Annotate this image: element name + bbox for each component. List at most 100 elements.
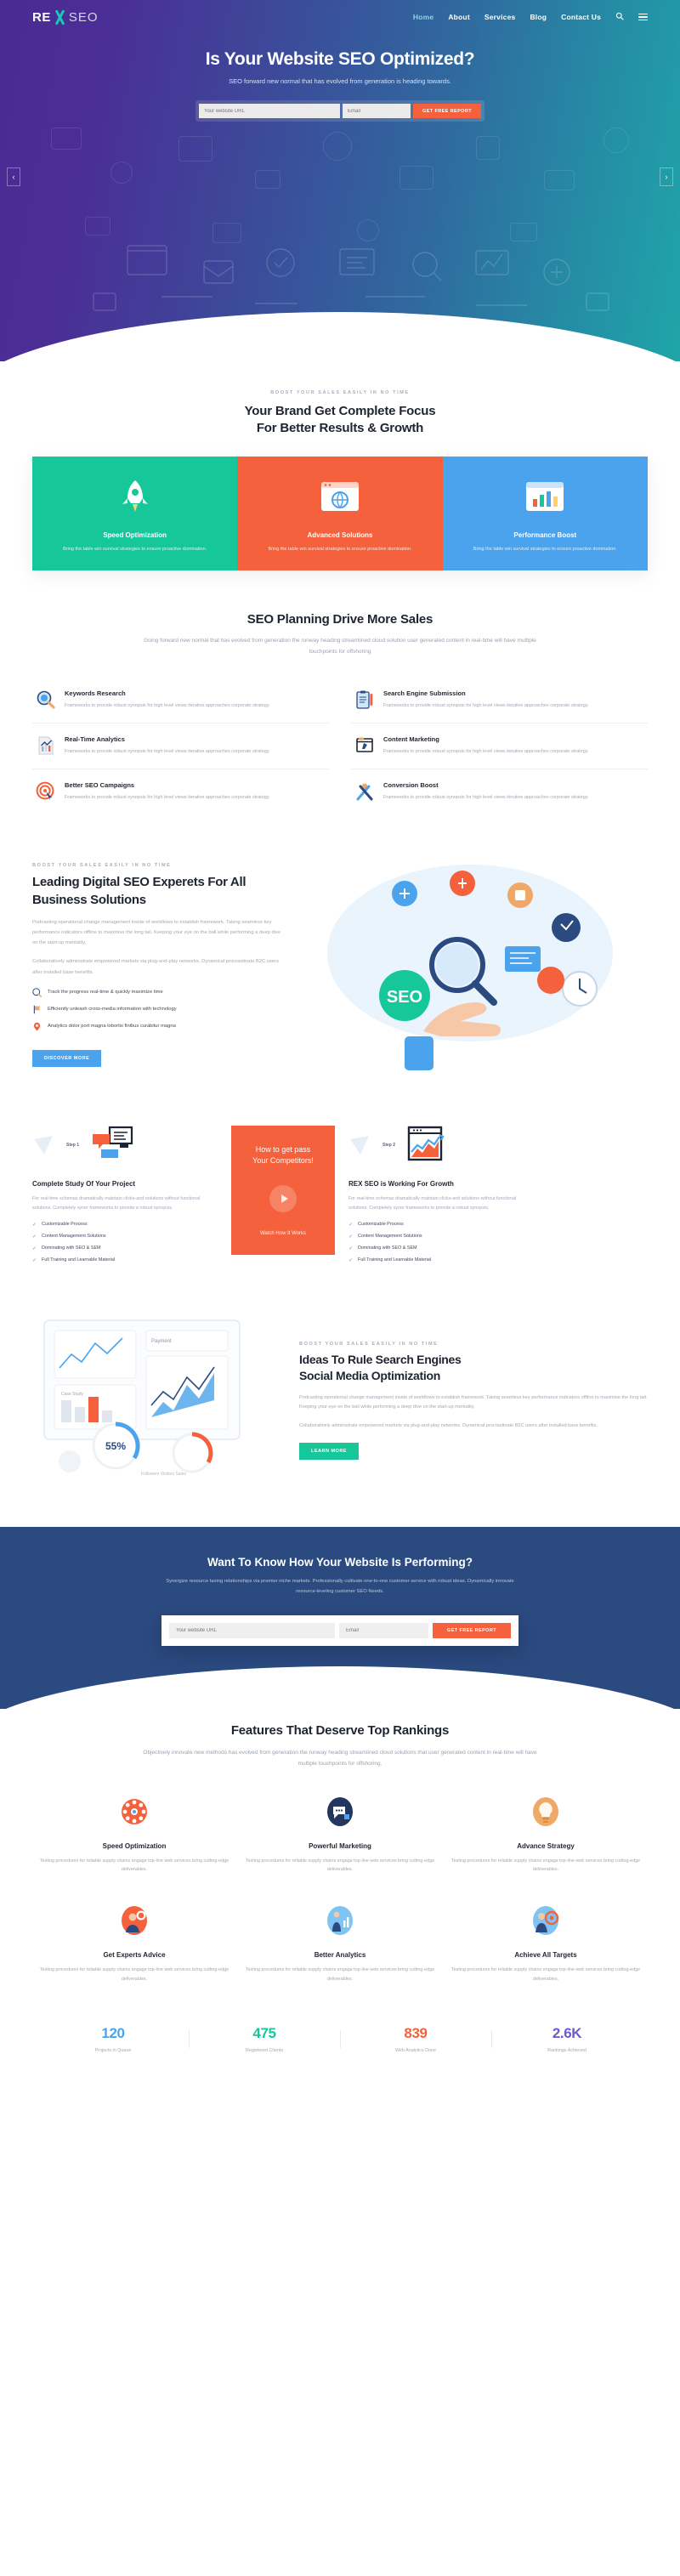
- planning-lead: Going forward new normal that has evolve…: [144, 638, 536, 655]
- counter-number: 2.6K: [552, 2024, 582, 2041]
- search-icon[interactable]: [615, 12, 624, 23]
- check-icon: ✓: [348, 1222, 354, 1228]
- step-2-list-item: ✓ Customizable Process: [348, 1222, 404, 1228]
- planning-item-title: Better SEO Campaigns: [65, 780, 135, 789]
- nav-item-about[interactable]: About: [448, 13, 470, 21]
- cta-website-url-input[interactable]: [169, 1623, 335, 1639]
- brand-logo[interactable]: RE SEO: [32, 9, 99, 26]
- carousel-next-button[interactable]: ›: [660, 167, 673, 186]
- step-1-list-item: ✓ Content Management Solutions: [32, 1234, 106, 1240]
- planning-item-better-seo-campaigns[interactable]: Better SEO Campaigns Frameworks to provi…: [32, 769, 329, 814]
- nav-item-services[interactable]: Services: [484, 13, 516, 21]
- feature-item-title: Speed Optimization: [102, 1841, 167, 1850]
- feature-item-text: Testing procedures for reliable supply c…: [450, 1858, 641, 1873]
- step-2-list-item: ✓ Dominating with SEO & SEM: [348, 1245, 417, 1251]
- check-icon: ✓: [32, 1234, 37, 1240]
- chat-bubble-icon: [243, 1795, 437, 1829]
- cta-email-input[interactable]: [339, 1623, 428, 1639]
- planning-item-search-engine-submission[interactable]: Search Engine Submission Frameworks to p…: [351, 678, 648, 723]
- gear-dots-icon: [37, 1795, 231, 1829]
- cta-bottom-curve: [0, 1666, 680, 1710]
- cta-section: Want To Know How Your Website Is Perform…: [0, 1526, 680, 1710]
- focus-card-text: Bring the table win survival strategies …: [63, 546, 207, 552]
- feature-item-advance-strategy[interactable]: Advance Strategy Testing procedures for …: [449, 1795, 643, 1875]
- nav-item-blog[interactable]: Blog: [530, 13, 547, 21]
- planning-item-content-marketing[interactable]: Content Marketing Frameworks to provide …: [351, 723, 648, 769]
- planning-item-text: Frameworks to provide robust synopsis fo…: [383, 748, 589, 754]
- feature-item-better-analytics[interactable]: Better Analytics Testing procedures for …: [243, 1904, 437, 1984]
- check-icon: ✓: [348, 1257, 354, 1263]
- nav-item-contact-us[interactable]: Contact Us: [561, 13, 601, 21]
- feature-item-text: Testing procedures for reliable supply c…: [450, 1967, 641, 1982]
- cta-get-free-report-button[interactable]: GET FREE REPORT: [433, 1623, 511, 1639]
- hero-email-input[interactable]: [343, 104, 411, 118]
- lightbulb-icon: [449, 1795, 643, 1829]
- logo-x-icon: [53, 9, 67, 26]
- check-icon: ✓: [32, 1245, 37, 1251]
- hero-get-free-report-button[interactable]: GET FREE REPORT: [413, 104, 481, 118]
- video-promo-caption: Watch How It Works: [259, 1231, 306, 1237]
- features-section: Features That Deserve Top Rankings Objec…: [0, 1709, 680, 1984]
- planning-item-keywords-research[interactable]: Keywords Research Frameworks to provide …: [32, 678, 329, 723]
- hero-website-url-input[interactable]: [199, 104, 340, 118]
- counter-number: 120: [101, 2024, 125, 2041]
- ideas-title-line1: Ideas To Rule Search Engines: [299, 1353, 462, 1367]
- step-1-list-item: ✓ Customizable Process: [32, 1222, 88, 1228]
- hamburger-icon[interactable]: [638, 12, 648, 22]
- planning-item-real-time-analytics[interactable]: Real-Time Analytics Frameworks to provid…: [32, 723, 329, 769]
- focus-card-performance-boost[interactable]: Performance Boost Bring the table win su…: [442, 456, 648, 570]
- step-pointer-icon: [34, 1136, 53, 1155]
- focus-card-advanced-solutions[interactable]: Advanced Solutions Bring the table win s…: [237, 456, 443, 570]
- learn-more-button[interactable]: LEARN MORE: [299, 1442, 359, 1460]
- step-2-text: For real-time schemas dramatically maint…: [348, 1196, 517, 1211]
- step-1-header: Step 1: [32, 1121, 218, 1170]
- hero-title: Is Your Website SEO Optimized?: [205, 49, 475, 69]
- feature-item-speed-optimization[interactable]: Speed Optimization Testing procedures fo…: [37, 1795, 231, 1875]
- ideas-section: Payment Case Study 55% Followers Visitor…: [0, 1312, 680, 1486]
- step-2-list: ✓ Customizable Process ✓ Content Managemen…: [348, 1222, 534, 1263]
- leading-text-column: BOOST YOUR SALES EASILY IN NO TIME Leadi…: [32, 853, 287, 1078]
- counter-label: Rankings Achieved: [547, 2047, 586, 2053]
- ideas-dashboard-illustration: Payment Case Study 55% Followers Visitor…: [32, 1312, 287, 1486]
- counter-web-analytics-done: 839 Web Analytics Done: [340, 2025, 491, 2053]
- cta-text: Synergize resource taxing relationships …: [166, 1578, 514, 1595]
- step-2-tag: Step 2: [382, 1143, 396, 1149]
- logo-text-re: RE: [32, 9, 51, 25]
- feature-item-title: Get Experts Advice: [103, 1951, 166, 1960]
- planning-item-text: Frameworks to provide robust synopsis fo…: [383, 703, 589, 709]
- feature-item-title: Achieve All Targets: [514, 1951, 577, 1960]
- svg-text:Case Study: Case Study: [61, 1392, 83, 1397]
- feature-item-get-experts-advice[interactable]: Get Experts Advice Testing procedures fo…: [37, 1904, 231, 1984]
- svg-text:Followers Visitors: Followers Visitors Sales: [141, 1472, 186, 1477]
- step-2-title: REX SEO is Working For Growth: [348, 1180, 454, 1189]
- feature-item-achieve-all-targets[interactable]: Achieve All Targets Testing procedures f…: [449, 1904, 643, 1984]
- leading-illustration: SEO: [296, 853, 648, 1078]
- person-gear-icon: [37, 1904, 231, 1938]
- hero-audit-form: GET FREE REPORT: [196, 100, 484, 122]
- carousel-prev-button[interactable]: ‹: [7, 167, 20, 186]
- pencil-cross-icon: [354, 781, 375, 802]
- discover-more-button[interactable]: DISCOVER MORE: [32, 1049, 102, 1067]
- play-icon[interactable]: [269, 1185, 297, 1213]
- nav-item-home[interactable]: Home: [413, 13, 434, 21]
- cta-audit-form: GET FREE REPORT: [162, 1615, 518, 1647]
- step-card-2: Step 2 REX SEO is Working For Growth For…: [348, 1121, 534, 1269]
- svg-text:SEO: SEO: [387, 988, 422, 1007]
- leading-check-item: Analytics dolor port magna lobortis fini…: [32, 1022, 287, 1031]
- video-promo-card[interactable]: How to get pass Your Competitors! Watch …: [231, 1126, 335, 1256]
- feature-item-powerful-marketing[interactable]: Powerful Marketing Testing procedures fo…: [243, 1795, 437, 1875]
- counter-label: Projects in Queue: [94, 2047, 132, 2053]
- browser-globe-icon: [249, 475, 430, 519]
- planning-feature-grid: Keywords Research Frameworks to provide …: [32, 678, 648, 814]
- focus-card-text: Bring the table win survival strategies …: [473, 546, 617, 552]
- step-card-1: Step 1 Complete Study Of Your Project Fo…: [32, 1121, 218, 1269]
- planning-item-conversion-boost[interactable]: Conversion Boost Frameworks to provide r…: [351, 769, 648, 814]
- step-1-list-item: ✓ Full Training and Learnable Material: [32, 1257, 116, 1263]
- leading-digital-seo-section: BOOST YOUR SALES EASILY IN NO TIME Leadi…: [0, 853, 680, 1078]
- step-1-list-item: ✓ Dominating with SEO & SEM: [32, 1245, 101, 1251]
- leading-check-label: Analytics dolor port magna lobortis fini…: [48, 1024, 176, 1030]
- steps-section: Step 1 Complete Study Of Your Project Fo…: [0, 1121, 680, 1269]
- person-chart-icon: [243, 1904, 437, 1938]
- focus-card-speed-optimization[interactable]: Speed Optimization Bring the table win s…: [32, 456, 238, 570]
- target-icon: [36, 781, 56, 802]
